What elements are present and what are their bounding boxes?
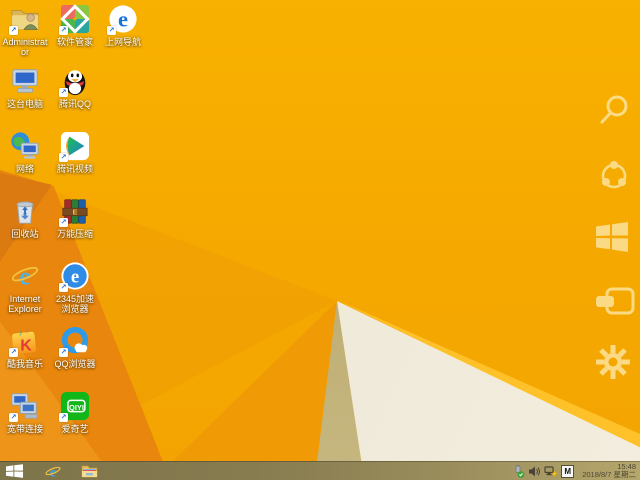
start-button[interactable] — [0, 462, 29, 480]
gear-icon — [596, 345, 630, 379]
shortcut-arrow-icon: ↗ — [59, 218, 68, 227]
internet-explorer-icon: e — [10, 261, 40, 291]
desktop-icon-label: 爱奇艺 — [61, 424, 89, 434]
desktop-icon-label: 酷我音乐 — [6, 359, 43, 369]
input-method-indicator[interactable]: M — [561, 464, 575, 478]
desktop-icon-tencent-video[interactable]: ↗ 腾讯视频 — [52, 131, 98, 174]
charm-start[interactable] — [594, 220, 634, 260]
computer-icon — [10, 66, 40, 96]
desktop-icon-label: Internet Explorer — [8, 294, 42, 314]
shortcut-arrow-icon: ↗ — [59, 88, 68, 97]
search-icon — [600, 95, 628, 124]
taskbar-file-explorer-button[interactable] — [75, 462, 104, 480]
desktop-icon-label: 软件管家 — [56, 37, 93, 47]
desktop-icon-web-navigation[interactable]: e ↗ 上网导航 — [100, 4, 146, 47]
desktop-icon-software-manager[interactable]: ↗ 软件管家 — [52, 4, 98, 47]
user-folder-icon: ↗ — [9, 4, 40, 35]
charm-search[interactable] — [594, 90, 634, 130]
desktop-icon-this-pc[interactable]: 这台电脑 — [2, 66, 48, 109]
desktop-icon-label: 回收站 — [11, 229, 39, 239]
desktop-icon-iqiyi[interactable]: iQIYI ↗ 爱奇艺 — [52, 391, 98, 434]
svg-text:E: E — [72, 208, 77, 217]
shortcut-arrow-icon: ↗ — [59, 348, 68, 357]
taskbar-internet-explorer-button[interactable]: e — [39, 462, 67, 480]
svg-text:e: e — [118, 7, 128, 32]
shortcut-arrow-icon: ↗ — [107, 26, 116, 35]
desktop-icon-wannen-zip[interactable]: E ↗ 万能压缩 — [52, 196, 98, 239]
charm-devices[interactable] — [594, 285, 635, 325]
desktop-icon-label: 2345加速浏览器 — [55, 294, 95, 314]
system-tray: M 15:48 2018/8/7 星期二 — [512, 462, 640, 480]
svg-text:e: e — [71, 267, 79, 288]
archive-books-icon: E ↗ — [59, 196, 90, 227]
desktop-icon-label: 网络 — [15, 164, 34, 174]
tencent-video-icon: ↗ — [59, 131, 90, 162]
shortcut-arrow-icon: ↗ — [9, 413, 18, 422]
share-icon — [601, 161, 627, 189]
network-globe-icon — [10, 131, 40, 161]
svg-text:♪: ♪ — [26, 328, 29, 335]
desktop-icon-recycle-bin[interactable]: 回收站 — [2, 196, 48, 239]
shortcut-arrow-icon: ↗ — [59, 26, 68, 35]
shortcut-arrow-icon: ↗ — [9, 26, 18, 35]
recycle-bin-icon — [10, 196, 40, 226]
windows-flag-icon — [6, 464, 23, 478]
desktop-icon-administrator[interactable]: ↗ Administrator — [2, 4, 48, 57]
desktop-icon-broadband-connection[interactable]: ↗ 宽带连接 — [2, 391, 48, 434]
network-warning-icon[interactable] — [544, 465, 559, 478]
qq-browser-icon: ↗ — [59, 326, 90, 357]
iqiyi-icon: iQIYI ↗ — [59, 391, 90, 422]
taskbar: e M 15:48 2018/8/7 星期二 — [0, 461, 640, 480]
shortcut-arrow-icon: ↗ — [59, 153, 68, 162]
desktop-icon-label: 上网导航 — [104, 37, 141, 47]
software-manager-icon: ↗ — [59, 4, 90, 35]
desktop-icon-tencent-qq[interactable]: ↗ 腾讯QQ — [52, 66, 98, 109]
taskbar-clock[interactable]: 15:48 2018/8/7 星期二 — [582, 462, 636, 480]
safely-remove-hardware-icon[interactable] — [512, 464, 525, 478]
desktop-icon-label: 腾讯视频 — [56, 164, 93, 174]
svg-text:K: K — [20, 337, 32, 354]
desktop-icon-internet-explorer[interactable]: e Internet Explorer — [2, 261, 48, 314]
shortcut-arrow-icon: ↗ — [59, 283, 68, 292]
devices-icon — [596, 287, 635, 315]
windows-logo-icon — [596, 222, 628, 252]
desktop-icon-label: 万能压缩 — [56, 229, 93, 239]
desktop-icon-label: 腾讯QQ — [58, 99, 91, 109]
desktop-icon-label: 这台电脑 — [6, 99, 43, 109]
desktop-icon-2345-browser[interactable]: e ↗ 2345加速浏览器 — [52, 261, 98, 314]
shortcut-arrow-icon: ↗ — [9, 348, 18, 357]
windows-desktop: ↗ Administrator ↗ 软件管家 e ↗ 上网导航 这台电脑 ↗ 腾… — [0, 0, 640, 480]
svg-text:iQIYI: iQIYI — [67, 403, 84, 412]
2345-browser-icon: e ↗ — [59, 261, 90, 292]
desktop-icon-label: QQ浏览器 — [54, 359, 96, 369]
desktop-icon-label: Administrator — [2, 37, 48, 57]
desktop-icon-kuwo-music[interactable]: K ♪ ♪ ↗ 酷我音乐 — [2, 326, 48, 369]
qq-penguin-icon: ↗ — [59, 66, 90, 97]
charm-settings[interactable] — [594, 343, 634, 383]
blue-e-browser-icon: e ↗ — [107, 4, 138, 35]
volume-icon[interactable] — [528, 465, 541, 478]
desktop-icon-qq-browser[interactable]: ↗ QQ浏览器 — [52, 326, 98, 369]
charm-share[interactable] — [594, 156, 634, 196]
file-explorer-folder-icon — [81, 465, 98, 478]
clock-date: 2018/8/7 星期二 — [582, 470, 636, 479]
desktop-icon-network[interactable]: 网络 — [2, 131, 48, 174]
svg-text:♪: ♪ — [18, 327, 22, 337]
broadband-connection-icon: ↗ — [9, 391, 40, 422]
desktop-icon-label: 宽带连接 — [6, 424, 43, 434]
shortcut-arrow-icon: ↗ — [59, 413, 68, 422]
kuwo-music-icon: K ♪ ♪ ↗ — [9, 326, 40, 357]
internet-explorer-icon: e — [45, 465, 61, 479]
